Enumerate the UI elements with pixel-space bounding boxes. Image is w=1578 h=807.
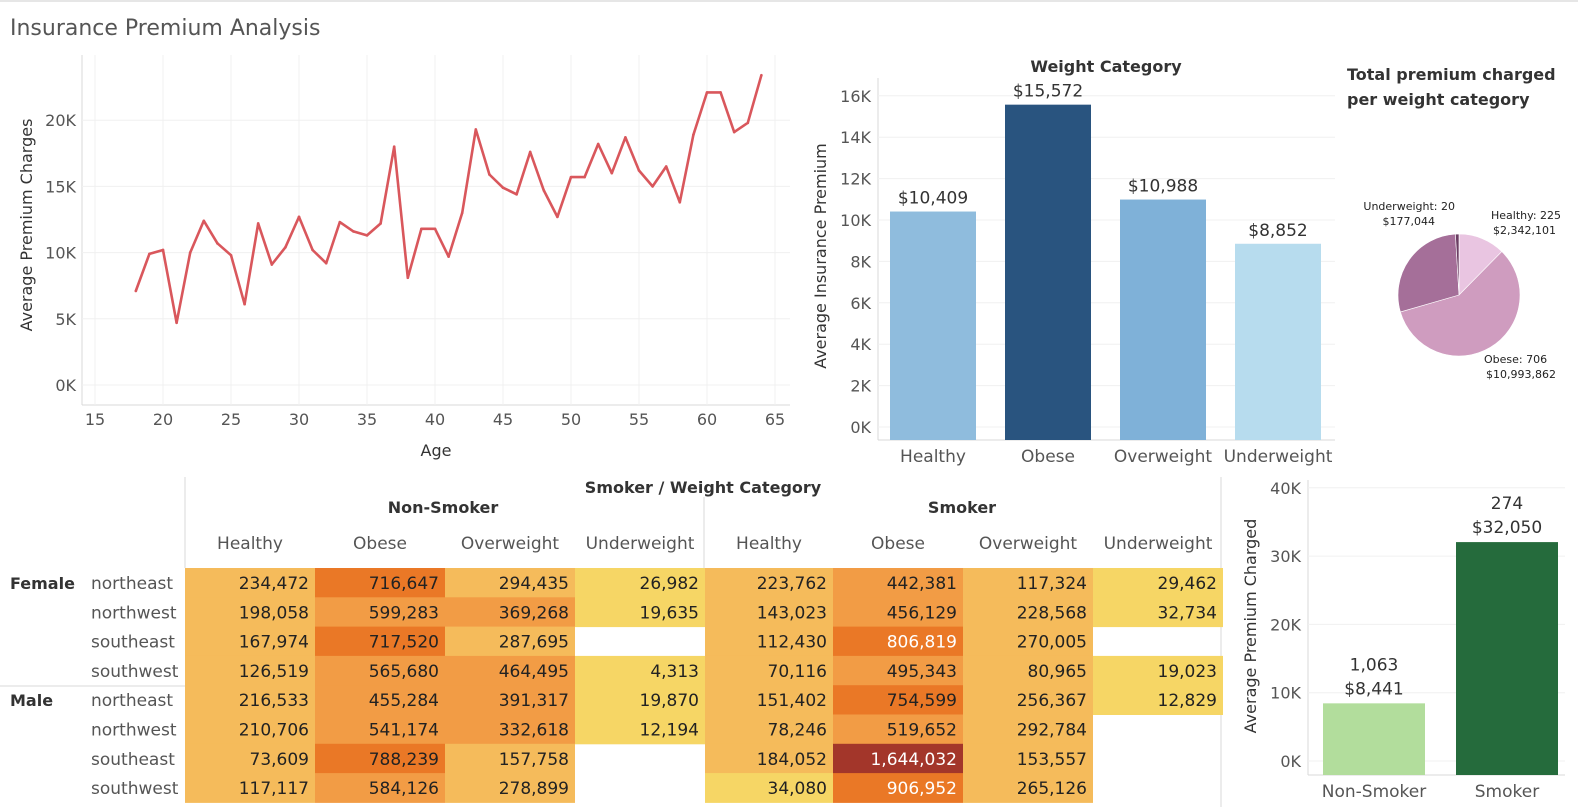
y-tick-label: 20K [1270,615,1301,634]
smoker-bar-chart[interactable]: 0K 10K 20K 30K 40K Average Premium Charged $8,… [0,0,1578,807]
y-tick-label: 0K [1280,752,1301,771]
bar-value-label: $8,441 [1344,679,1403,699]
x-tick-label: Smoker [1475,782,1539,802]
bar-count-label: 1,063 [1350,655,1399,675]
bar-non-smoker [1323,703,1425,775]
y-tick-label: 30K [1270,547,1301,566]
y-tick-label: 10K [1270,684,1301,703]
bar-count-label: 274 [1491,494,1523,514]
bar-value-label: $32,050 [1472,518,1542,538]
y-tick-label: 40K [1270,479,1301,498]
y-axis-title: Average Premium Charged [1241,519,1260,734]
bar-smoker [1456,542,1558,775]
x-tick-label: Non-Smoker [1322,782,1426,802]
